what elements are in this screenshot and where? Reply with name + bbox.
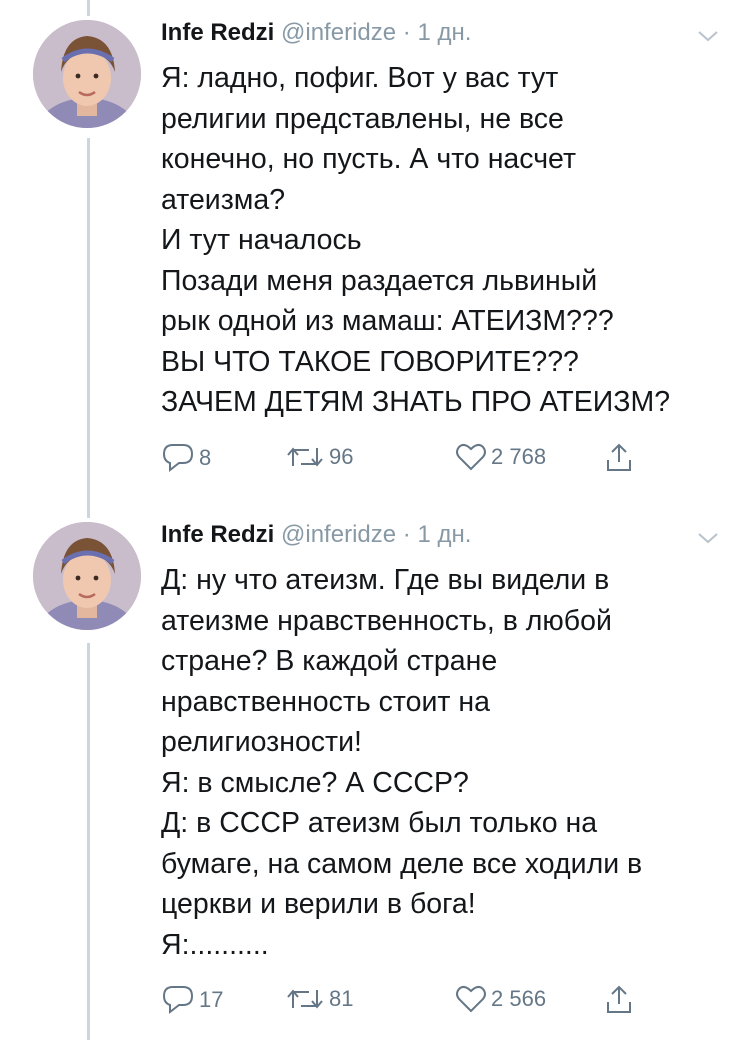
like-count: 2 768 bbox=[491, 444, 547, 469]
retweet-count: 96 bbox=[329, 444, 354, 469]
tweet-line: Д: ну что атеизм. Где вы видели в bbox=[161, 564, 610, 596]
tweet-line: религии представлены, не все bbox=[161, 102, 564, 135]
tweet-line: атеизме нравственность, в любой bbox=[161, 604, 612, 637]
tweet-line: И тут началось bbox=[161, 224, 362, 256]
tweet-header: Infe Redzi @inferidze · 1 дн. bbox=[161, 18, 471, 48]
tweet-line: Д: в СССР атеизм был только на bbox=[161, 807, 598, 839]
tweet-line: Я: в смысле? А СССР? bbox=[161, 766, 469, 799]
tweet-text: Я: ладно, пофиг. Вот у вас тут религии п… bbox=[161, 58, 731, 423]
tweet[interactable]: Infe Redzi @inferidze · 1 дн. Я: ладно, … bbox=[0, 0, 750, 500]
tweet-header: Infe Redzi @inferidze · 1 дн. bbox=[161, 520, 471, 550]
avatar[interactable] bbox=[33, 20, 141, 128]
share-button[interactable] bbox=[605, 984, 633, 1016]
like-icon bbox=[456, 443, 486, 471]
avatar[interactable] bbox=[33, 522, 141, 630]
author-handle[interactable]: @inferidze bbox=[281, 521, 396, 548]
like-count: 2 566 bbox=[491, 986, 547, 1011]
reply-icon bbox=[162, 986, 194, 1015]
tweet-text: Д: ну что атеизм. Где вы видели в атеизм… bbox=[161, 560, 731, 965]
like-button[interactable]: 2 566 bbox=[455, 984, 546, 1014]
tweet-line: ЗАЧЕМ ДЕТЯМ ЗНАТЬ ПРО АТЕИЗМ? bbox=[161, 386, 671, 418]
share-icon bbox=[607, 985, 631, 1013]
tweet-line: нравственность стоит на bbox=[161, 685, 490, 718]
tweet-actions: 8 96 2 768 bbox=[161, 442, 661, 482]
separator-dot: · bbox=[402, 521, 411, 548]
reply-count: 8 bbox=[199, 445, 212, 470]
retweet-icon bbox=[287, 447, 323, 467]
tweet-line: религиозности! bbox=[161, 726, 362, 758]
tweet-line: Я: ладно, пофиг. Вот у вас тут bbox=[161, 62, 559, 94]
chevron-down-icon[interactable] bbox=[696, 28, 720, 44]
author-name[interactable]: Infe Redzi bbox=[161, 19, 274, 46]
like-icon bbox=[456, 985, 486, 1013]
share-button[interactable] bbox=[605, 442, 633, 474]
tweet-line: ВЫ ЧТО ТАКОЕ ГОВОРИТЕ??? bbox=[161, 345, 579, 378]
share-icon bbox=[607, 443, 631, 471]
retweet-button[interactable]: 81 bbox=[285, 984, 353, 1014]
reply-icon bbox=[162, 444, 194, 473]
retweet-button[interactable]: 96 bbox=[285, 442, 353, 472]
timestamp[interactable]: 1 дн. bbox=[417, 19, 471, 46]
chevron-down-icon[interactable] bbox=[696, 530, 720, 546]
tweet-line: рык одной из мамаш: АТЕИЗМ??? bbox=[161, 305, 614, 337]
tweet-line: конечно, но пусть. А что насчет bbox=[161, 143, 577, 175]
tweet-line: атеизма? bbox=[161, 183, 286, 216]
like-button[interactable]: 2 768 bbox=[455, 442, 546, 472]
tweet-line: Я:.......... bbox=[161, 928, 269, 961]
tweet-line: бумаге, на самом деле все ходили в bbox=[161, 847, 643, 880]
timestamp[interactable]: 1 дн. bbox=[417, 521, 471, 548]
reply-button[interactable]: 8 bbox=[161, 442, 211, 474]
tweet-line: церкви и верили в бога! bbox=[161, 888, 476, 920]
separator-dot: · bbox=[402, 19, 411, 46]
retweet-icon bbox=[287, 989, 323, 1009]
tweet-line: стране? В каждой стране bbox=[161, 645, 498, 677]
tweet-actions: 17 81 2 566 bbox=[161, 984, 661, 1024]
tweet-line: Позади меня раздается львиный bbox=[161, 264, 598, 297]
author-name[interactable]: Infe Redzi bbox=[161, 521, 274, 548]
author-handle[interactable]: @inferidze bbox=[281, 19, 396, 46]
reply-count: 17 bbox=[199, 987, 224, 1012]
reply-button[interactable]: 17 bbox=[161, 984, 223, 1016]
retweet-count: 81 bbox=[329, 986, 354, 1011]
tweet[interactable]: Infe Redzi @inferidze · 1 дн. Д: ну что … bbox=[0, 500, 750, 1040]
